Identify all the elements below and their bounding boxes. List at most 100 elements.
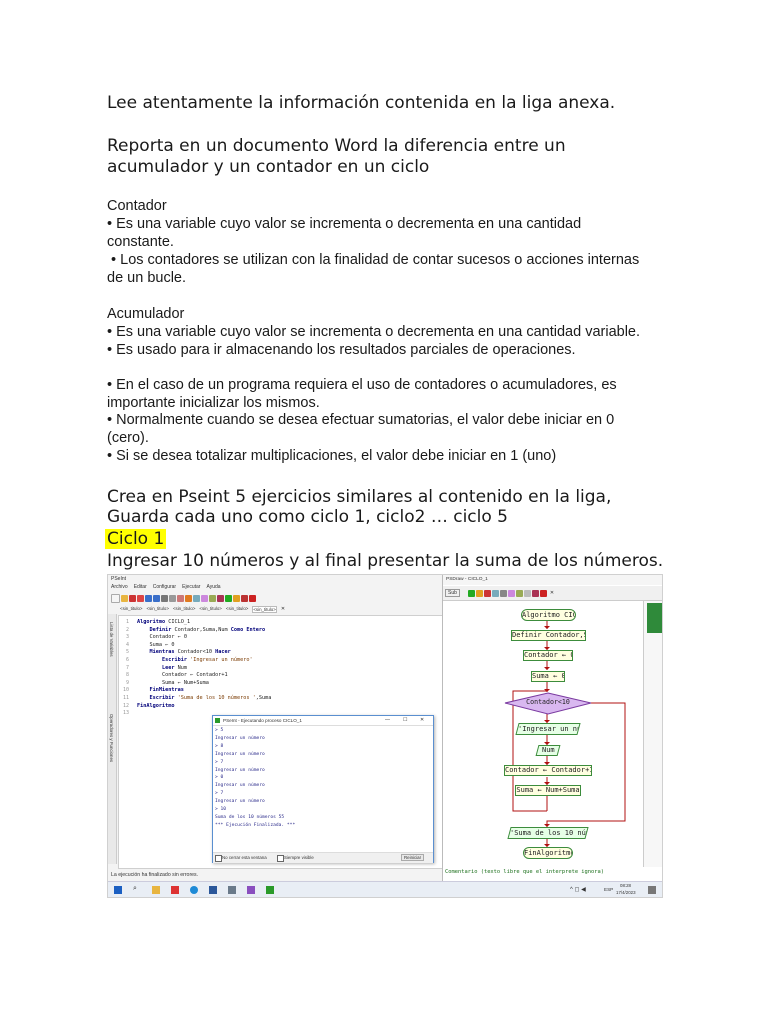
undo-icon[interactable] [145,594,152,602]
tray-arrows-icon[interactable]: ^ ◻ ◀ [570,886,586,893]
save-as-icon[interactable] [137,594,144,602]
run-icon[interactable] [225,594,232,602]
line-number: 10 [122,687,129,694]
search-icon[interactable]: ⌕ [133,885,137,893]
flow-write2-node[interactable]: 'Suma de los 10 número... [507,827,589,839]
app-title: PSeInt [111,576,127,582]
line-number: 5 [125,649,129,656]
flow-init-suma-node[interactable]: Suma ← 0 [531,671,565,682]
save-icon[interactable] [129,594,136,602]
flow-write1-node[interactable]: 'Ingresar un número' [515,723,581,735]
flow-help-icon[interactable] [539,589,547,597]
always-visible-checkbox[interactable] [277,855,284,862]
close-tab-icon[interactable]: ✕ [281,606,285,613]
toolbar [111,593,257,603]
flow-define-node[interactable]: Definir Contador,Suma,... [511,630,586,641]
maximize-icon[interactable]: ☐ [403,717,407,723]
code-area[interactable]: Algoritmo CICLO_1 Definir Contador,Suma,… [137,619,271,718]
flow-arrow-icon[interactable] [523,589,531,597]
replace-icon[interactable] [201,594,208,602]
code-line[interactable]: Escribir 'Suma de los 10 números ',Suma [137,695,272,703]
code-line[interactable]: Algoritmo CICLO_1 [137,619,271,627]
flow-zoom-icon[interactable] [491,589,499,597]
tab-2[interactable]: <sin_titulo> [146,606,168,613]
sub-button[interactable]: Sub [445,589,460,597]
pseint-taskbar-icon[interactable] [266,886,274,894]
tab-1[interactable]: <sin_titulo> [120,606,142,613]
flow-close-icon[interactable]: ✕ [550,590,554,596]
flowchart-icon[interactable] [241,594,248,602]
code-line[interactable]: Suma ← 0 [137,642,271,650]
tray-date[interactable]: 17/4/2023 [616,890,636,895]
note3: • Si se desea totalizar multiplicaciones… [107,448,557,464]
flow-style-icon[interactable] [507,589,515,597]
operators-panel-tab[interactable]: Operadores y Funciones [109,714,114,762]
instruction-report-line1: Reporta en un documento Word la diferenc… [107,136,566,156]
windows-start-icon[interactable] [114,886,122,894]
flow-write1-label: 'Ingresar un número' [518,725,581,733]
flow-debug-icon[interactable] [531,589,539,597]
step-icon[interactable] [233,594,240,602]
flow-read-node[interactable]: Num [535,745,561,756]
menu-configurar[interactable]: Configurar [153,584,176,590]
ciclo1-heading: Ciclo 1 [105,529,167,549]
cut-icon[interactable] [161,594,168,602]
paste-icon[interactable] [177,594,184,602]
word-icon[interactable] [209,886,217,894]
flow-acc-node[interactable]: Suma ← Num+Suma [515,785,581,796]
flow-start-node[interactable]: Algoritmo CICLO_1 [521,609,576,621]
help-icon[interactable] [249,594,256,602]
file-explorer-icon[interactable] [152,886,160,894]
contador-title: Contador [107,198,167,214]
crea-line1: Crea en Pseint 5 ejercicios similares al… [107,487,612,507]
indent-icon[interactable] [185,594,192,602]
note2-line1: • Normalmente cuando se desea efectuar s… [107,412,615,428]
menu-ayuda[interactable]: Ayuda [206,584,220,590]
close-icon[interactable]: ✕ [420,717,424,723]
minimize-icon[interactable]: — [385,717,390,723]
tab-6-active[interactable]: <sin_titulo> [252,606,277,613]
notifications-icon[interactable] [648,886,656,894]
no-close-checkbox[interactable] [215,855,222,862]
format-icon[interactable] [209,594,216,602]
tab-4[interactable]: <sin_titulo> [199,606,221,613]
code-line[interactable]: FinMientras [137,687,271,695]
menu-editar[interactable]: Editar [134,584,147,590]
code-line[interactable]: Escribir 'Ingresar un número' [137,657,271,665]
restart-button[interactable]: Reiniciar [401,854,425,861]
copy-icon[interactable] [169,594,176,602]
code-line[interactable]: Contador ← Contador+1 [137,672,271,680]
variables-panel-tab[interactable]: Lista de Variables [109,622,114,657]
flow-run-icon[interactable] [467,589,475,597]
code-line[interactable]: FinAlgoritmo [137,703,271,711]
menu-ejecutar[interactable]: Ejecutar [182,584,200,590]
code-line[interactable]: Contador ← 0 [137,634,271,642]
flow-init-contador-node[interactable]: Contador ← 0 [523,650,573,661]
app-purple-icon[interactable] [247,886,255,894]
app-red-icon[interactable] [171,886,179,894]
open-folder-icon[interactable] [121,594,128,602]
new-file-icon[interactable] [111,593,120,603]
app-gray-icon[interactable] [228,886,236,894]
flow-end-node[interactable]: FinAlgoritmo [523,847,573,859]
redo-icon[interactable] [153,594,160,602]
menu-archivo[interactable]: Archivo [111,584,128,590]
tray-language[interactable]: ESP [604,887,613,892]
debug-icon[interactable] [217,594,224,602]
find-icon[interactable] [193,594,200,602]
palette-green-icon[interactable] [647,603,662,633]
flow-step-icon[interactable] [475,589,483,597]
flow-edit-icon[interactable] [515,589,523,597]
edge-icon[interactable] [190,886,198,894]
flow-save-icon[interactable] [483,589,491,597]
tab-3[interactable]: <sin_titulo> [173,606,195,613]
flow-inc-node[interactable]: Contador ← Contador+1 [504,765,592,776]
code-line[interactable]: Suma ← Num+Suma [137,680,271,688]
pseint-screenshot: PSeInt Archivo Editar Configurar Ejecuta… [107,574,663,898]
tray-time[interactable]: 08:28 [620,883,631,888]
code-line[interactable]: Definir Contador,Suma,Num Como Entero [137,627,271,635]
code-line[interactable]: Leer Num [137,665,271,673]
flow-fit-icon[interactable] [499,589,507,597]
tab-5[interactable]: <sin_titulo> [226,606,248,613]
code-line[interactable]: Mientras Contador<10 Hacer [137,649,271,657]
